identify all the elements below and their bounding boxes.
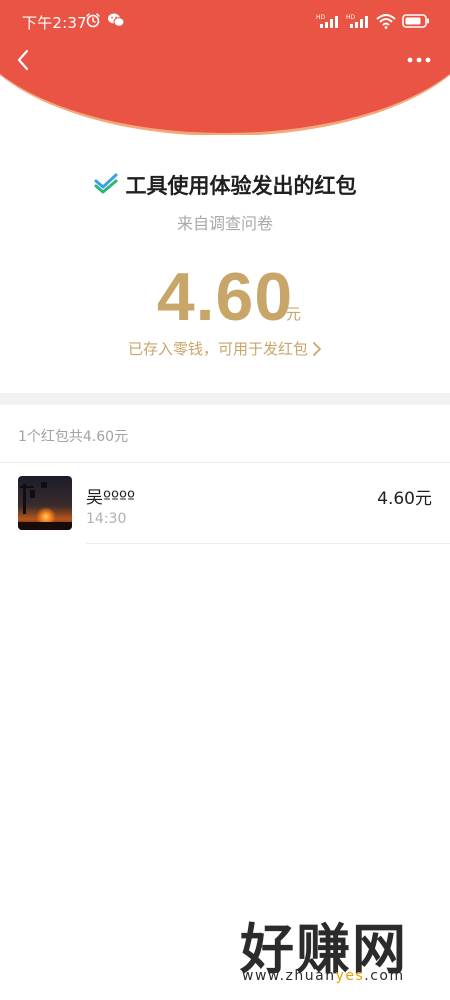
status-right-icons: HD HD bbox=[316, 13, 430, 33]
wifi-icon bbox=[376, 13, 396, 33]
stored-to-change-text: 已存入零钱，可用于发红包 bbox=[127, 340, 308, 358]
hd-signal-icon: HD bbox=[316, 13, 340, 33]
avatar bbox=[18, 476, 72, 530]
wechat-icon bbox=[107, 12, 125, 32]
amount-value: 4.60 bbox=[156, 259, 294, 335]
svg-text:HD: HD bbox=[316, 14, 326, 21]
stored-to-change-link[interactable]: 已存入零钱，可用于发红包 bbox=[0, 338, 450, 359]
chevron-left-icon bbox=[17, 49, 29, 71]
hd-signal-icon: HD bbox=[346, 13, 370, 33]
more-button[interactable] bbox=[402, 47, 436, 73]
receive-amount: 4.60元 bbox=[377, 489, 432, 509]
amount-unit: 元 bbox=[286, 305, 302, 323]
sender-title-row: 工具使用体验发出的红包 bbox=[0, 170, 450, 200]
section-divider-band bbox=[0, 393, 450, 405]
watermark-url: www.zhuanyes.com bbox=[242, 968, 405, 984]
red-envelope-header: 下午2:37 HD HD bbox=[0, 0, 450, 135]
svg-text:HD: HD bbox=[346, 14, 356, 21]
envelope-source: 来自调查问卷 bbox=[176, 214, 273, 233]
more-dots-icon bbox=[407, 57, 431, 63]
site-watermark: 好赚网 www.zhuanyes.com bbox=[232, 905, 442, 995]
status-left-icons bbox=[85, 12, 125, 32]
receiver-name: 吴ºººº bbox=[86, 488, 136, 508]
record-divider bbox=[86, 543, 450, 544]
receive-time: 14:30 bbox=[86, 511, 127, 527]
alarm-icon bbox=[85, 12, 101, 32]
battery-icon bbox=[402, 14, 430, 32]
red-envelope-detail-page: 下午2:37 HD HD 工具使用体验发出的红包 来自调查问卷 4.60 元 已… bbox=[0, 0, 450, 1000]
amount-row: 4.60 元 bbox=[0, 258, 450, 338]
chevron-right-icon bbox=[313, 341, 321, 356]
back-button[interactable] bbox=[8, 45, 38, 75]
status-time: 下午2:37 bbox=[22, 14, 87, 32]
envelope-summary: 1个红包共4.60元 bbox=[18, 429, 129, 445]
receiver-record-row[interactable]: 吴ºººº 14:30 4.60元 bbox=[0, 463, 450, 544]
status-bar: 下午2:37 HD HD bbox=[0, 0, 450, 40]
envelope-title: 工具使用体验发出的红包 bbox=[125, 174, 357, 198]
check-logo-icon bbox=[94, 172, 118, 198]
